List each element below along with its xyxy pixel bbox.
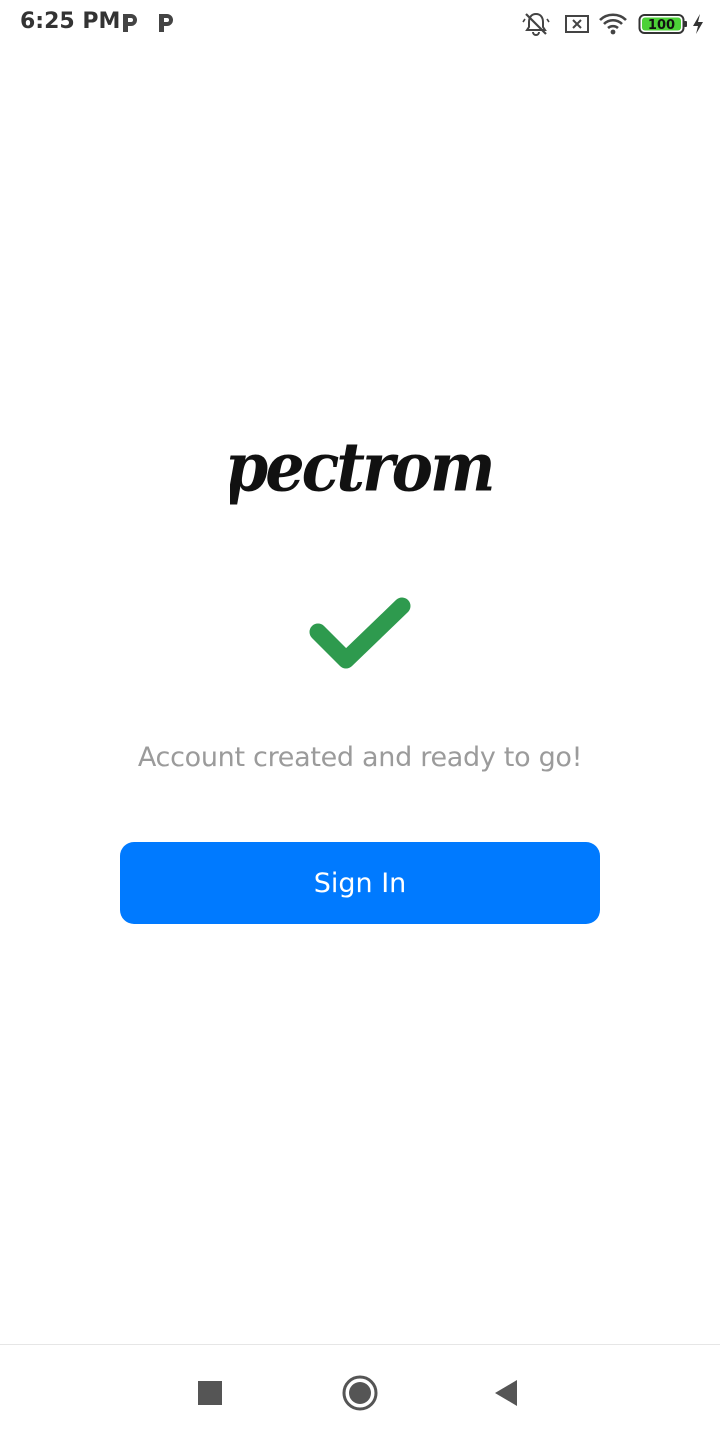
sign-in-button[interactable]: Sign In: [120, 842, 600, 924]
home-button[interactable]: [320, 1345, 400, 1440]
status-bar: 6:25 PM 100: [0, 0, 720, 50]
mute-icon: [522, 12, 550, 36]
spectrome-logo: spectrome: [230, 428, 492, 507]
success-message: Account created and ready to go!: [137, 742, 583, 773]
checkmark-icon: [309, 597, 411, 669]
home-circle-icon: [342, 1375, 378, 1411]
navigation-bar: [0, 1344, 720, 1440]
battery-icon: 100: [638, 14, 687, 34]
status-time: 6:25 PM: [20, 9, 121, 34]
recents-square-icon: [198, 1381, 222, 1405]
back-triangle-icon: [495, 1380, 517, 1406]
sign-in-label: Sign In: [313, 867, 407, 899]
p-notification-icon: [123, 14, 137, 32]
back-button[interactable]: [466, 1345, 546, 1440]
wifi-icon: [599, 13, 627, 35]
account-created-screen: 6:25 PM 100 ectrom Account created and r…: [0, 0, 720, 1440]
charging-icon: [693, 14, 703, 34]
no-sim-icon: [565, 15, 589, 33]
recents-button[interactable]: [170, 1345, 250, 1440]
battery-level: 100: [648, 18, 675, 33]
logo-text: spectrome: [230, 428, 492, 507]
p-notification-icon: [159, 14, 173, 32]
